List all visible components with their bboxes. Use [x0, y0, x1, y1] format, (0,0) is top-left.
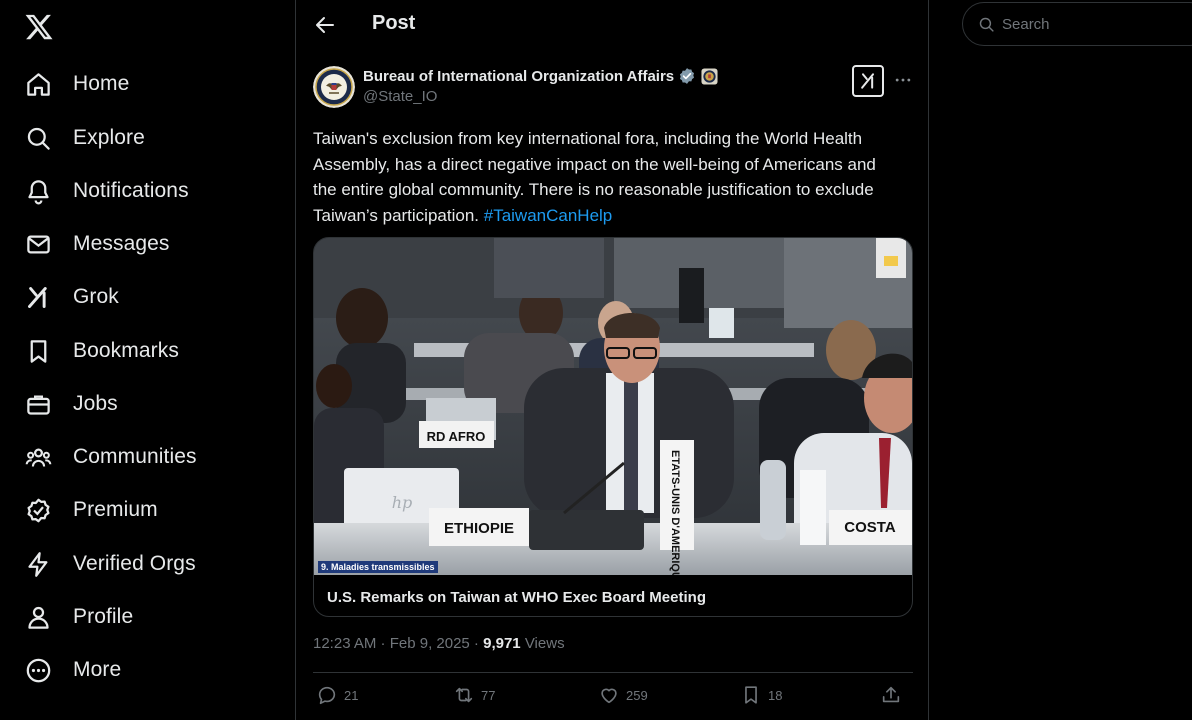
- person-icon: [24, 603, 52, 631]
- sidebar-item-label: Communities: [73, 445, 197, 468]
- more-circle-icon: [24, 656, 52, 684]
- bookmark-count: 18: [768, 687, 783, 703]
- post-timestamp[interactable]: 12:23 AM · Feb 9, 2025 ·: [313, 635, 483, 652]
- divider: [313, 672, 913, 673]
- placard-costa: COSTA: [844, 519, 896, 536]
- page-title: Post: [372, 12, 416, 34]
- hashtag-link[interactable]: #TaiwanCanHelp: [484, 206, 613, 225]
- sidebar-item-messages[interactable]: Messages: [24, 224, 170, 264]
- sidebar-item-label: More: [73, 658, 122, 681]
- lightning-icon: [24, 550, 52, 578]
- sidebar-item-more[interactable]: More: [24, 650, 121, 690]
- repost-icon: [455, 687, 473, 703]
- author-name[interactable]: Bureau of International Organization Aff…: [363, 68, 674, 85]
- search-input[interactable]: [1000, 14, 1184, 34]
- sidebar-item-label: Messages: [73, 232, 170, 255]
- sidebar-item-label: Bookmarks: [73, 339, 179, 362]
- post-column: Post Bureau of International Organizatio…: [295, 0, 929, 720]
- avatar[interactable]: [313, 66, 355, 108]
- sidebar-item-home[interactable]: Home: [24, 64, 129, 104]
- verified-badge-icon[interactable]: [678, 67, 696, 85]
- sidebar-item-verified-orgs[interactable]: Verified Orgs: [24, 544, 196, 584]
- bell-icon: [24, 177, 52, 205]
- agenda-item-label: 9. Maladies transmissibles: [318, 561, 438, 573]
- sidebar-item-bookmarks[interactable]: Bookmarks: [24, 331, 179, 371]
- views-count: 9,971: [483, 635, 521, 652]
- grok-icon: [24, 283, 52, 311]
- sidebar-item-explore[interactable]: Explore: [24, 118, 145, 158]
- people-icon: [24, 443, 52, 471]
- x-logo-icon[interactable]: [24, 12, 54, 42]
- like-button[interactable]: 259: [598, 684, 648, 706]
- sidebar-item-notifications[interactable]: Notifications: [24, 171, 189, 211]
- share-button[interactable]: [880, 684, 902, 706]
- search-icon: [24, 124, 52, 152]
- bookmark-icon: [745, 686, 757, 704]
- post-text: Taiwan's exclusion from key internationa…: [313, 126, 893, 228]
- sidebar-item-label: Verified Orgs: [73, 552, 196, 575]
- svg-text:hp: hp: [392, 493, 413, 512]
- search-icon: [979, 17, 994, 32]
- sidebar-nav: Home Explore Notifications Messages Grok…: [0, 0, 296, 720]
- bookmark-icon: [24, 337, 52, 365]
- envelope-icon: [24, 230, 52, 258]
- sidebar-item-grok[interactable]: Grok: [24, 277, 119, 317]
- video-card[interactable]: RD AFRO hp ETHIOPIE ETATS-UNIS D'AMERIQU…: [313, 237, 913, 617]
- grok-icon: [861, 73, 874, 89]
- author-handle[interactable]: @State_IO: [363, 88, 718, 105]
- reply-count: 21: [344, 687, 359, 703]
- video-thumbnail[interactable]: RD AFRO hp ETHIOPIE ETATS-UNIS D'AMERIQU…: [314, 238, 912, 575]
- grok-explain-button[interactable]: [852, 65, 884, 97]
- sidebar-item-label: Home: [73, 72, 130, 95]
- heart-icon: [601, 688, 617, 704]
- sidebar-item-label: Profile: [73, 605, 134, 628]
- sidebar-item-label: Premium: [73, 498, 158, 521]
- sidebar-item-communities[interactable]: Communities: [24, 437, 197, 477]
- post-header-bar: Post: [296, 0, 928, 50]
- sidebar-item-label: Notifications: [73, 179, 189, 202]
- post-meta: 12:23 AM · Feb 9, 2025 · 9,971 Views: [313, 635, 565, 652]
- placard-etats-unis: ETATS-UNIS D'AMERIQUE: [669, 450, 681, 575]
- placard-ethiopie: ETHIOPIE: [444, 520, 514, 537]
- repost-count: 77: [481, 687, 496, 703]
- reply-button[interactable]: 21: [316, 684, 358, 706]
- home-icon: [24, 70, 52, 98]
- views-label: Views: [520, 635, 565, 652]
- post-actions: 21 77 259 18: [313, 684, 913, 712]
- sidebar-item-jobs[interactable]: Jobs: [24, 384, 118, 424]
- sidebar-item-label: Explore: [73, 126, 145, 149]
- placard-rd-afro: RD AFRO: [427, 429, 486, 444]
- more-options-icon[interactable]: [891, 68, 915, 92]
- reply-icon: [318, 686, 336, 705]
- sidebar-item-label: Jobs: [73, 392, 118, 415]
- repost-button[interactable]: 77: [453, 684, 495, 706]
- like-count: 259: [626, 687, 648, 703]
- affiliation-seal-icon[interactable]: [701, 67, 718, 85]
- sidebar-item-label: Grok: [73, 285, 119, 308]
- share-icon: [882, 686, 900, 703]
- back-arrow-icon[interactable]: [313, 13, 337, 37]
- bookmark-button[interactable]: 18: [740, 684, 782, 706]
- post-author: Bureau of International Organization Aff…: [363, 67, 718, 105]
- card-caption: U.S. Remarks on Taiwan at WHO Exec Board…: [327, 589, 706, 606]
- briefcase-icon: [24, 390, 52, 418]
- sidebar-item-premium[interactable]: Premium: [24, 490, 158, 530]
- premium-icon: [24, 496, 52, 524]
- sidebar-item-profile[interactable]: Profile: [24, 597, 133, 637]
- search-bar[interactable]: [962, 2, 1192, 46]
